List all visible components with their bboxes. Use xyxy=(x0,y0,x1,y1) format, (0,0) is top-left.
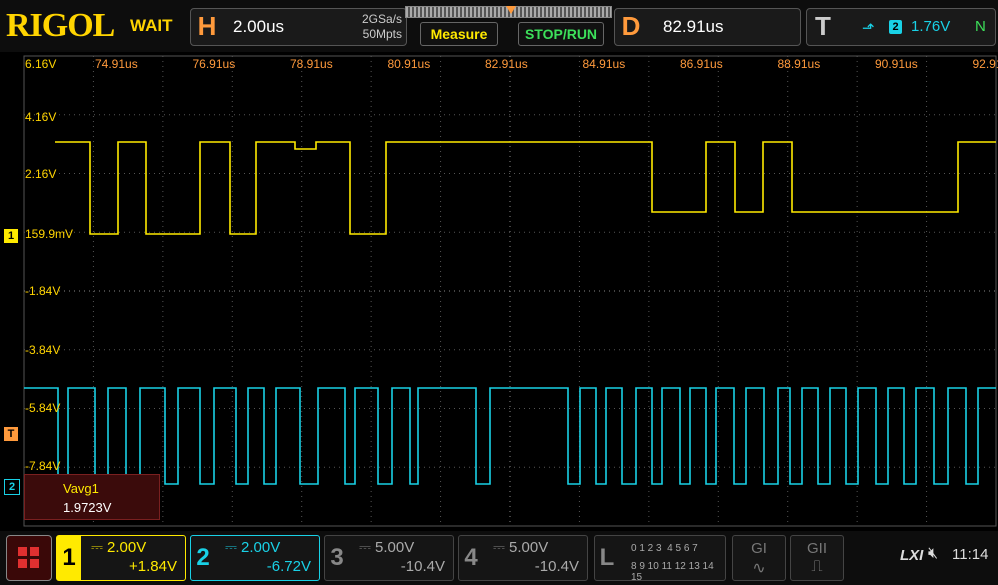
ch3-panel[interactable]: 3 ⎓ 5.00V -10.4V xyxy=(324,535,454,581)
bottom-bar: 1 ⎓ 2.00V +1.84V 2 ⎓ 2.00V -6.72V 3 ⎓ 5.… xyxy=(0,531,998,585)
ch2-offset: -6.72V xyxy=(266,558,311,575)
x-tick-label: 74.91us xyxy=(95,57,138,71)
stop-run-button[interactable]: STOP/RUN xyxy=(518,22,604,46)
logic-channels-row1: 0 1 2 3 4 5 6 7 xyxy=(631,543,698,554)
x-tick-label: 78.91us xyxy=(290,57,333,71)
square-wave-icon: ⎍ xyxy=(811,558,823,575)
ch2-scale: 2.00V xyxy=(241,539,281,556)
generator1-button[interactable]: GI ∿ xyxy=(732,535,786,581)
menu-icon xyxy=(18,547,27,556)
ch4-number: 4 xyxy=(464,544,478,571)
trigger-level: 1.76V xyxy=(911,18,951,35)
sine-wave-icon: ∿ xyxy=(752,560,766,577)
measurement-panel[interactable]: Vavg1 1.9723V xyxy=(24,474,160,520)
trigger-level-marker[interactable]: T xyxy=(4,427,18,441)
ch1-offset: +1.84V xyxy=(129,558,177,575)
memory-depth: 50Mpts xyxy=(362,27,402,41)
x-tick-label: 76.91us xyxy=(192,57,236,71)
rigol-logo: RIGOL xyxy=(6,7,115,44)
measure-button[interactable]: Measure xyxy=(420,22,498,46)
x-tick-label: 84.91us xyxy=(582,57,626,71)
x-tick-label: 86.91us xyxy=(680,57,723,71)
ch1-panel[interactable]: 1 ⎓ 2.00V +1.84V xyxy=(56,535,186,581)
logic-channels-row2: 8 9 10 11 12 13 14 15 xyxy=(631,561,714,583)
measurement-value: 1.9723V xyxy=(63,500,112,515)
trigger-letter: T xyxy=(815,11,831,41)
horizontal-panel[interactable]: H 2.00us 2GSa/s 50Mpts xyxy=(190,8,407,46)
x-tick-label: 82.91us xyxy=(485,57,528,71)
ch2-panel[interactable]: 2 ⎓ 2.00V -6.72V xyxy=(190,535,320,581)
y-tick-label: 4.16V xyxy=(25,110,57,124)
ch4-coupling-icon: ⎓ xyxy=(493,539,505,556)
delay-panel[interactable]: D 82.91us xyxy=(614,8,801,46)
clock-time: 11:14 xyxy=(952,546,989,563)
x-tick-label: 80.91us xyxy=(387,57,431,71)
y-tick-label: -5.84V xyxy=(25,401,61,415)
y-tick-label: 159.9mV xyxy=(25,227,74,241)
lxi-icon: LXI xyxy=(900,547,924,564)
top-bar: RIGOL WAIT H 2.00us 2GSa/s 50Mpts Measur… xyxy=(0,0,998,52)
y-tick-label: -1.84V xyxy=(25,284,61,298)
ch1-coupling-icon: ⎓ xyxy=(91,539,103,556)
ch4-panel[interactable]: 4 ⎓ 5.00V -10.4V xyxy=(458,535,588,581)
ch1-number: 1 xyxy=(57,536,81,580)
trigger-mode: N xyxy=(975,18,986,35)
horizontal-letter: H xyxy=(197,11,217,41)
trigger-position-icon xyxy=(506,6,516,14)
ch1-offset-marker[interactable]: 1 xyxy=(4,229,18,243)
menu-button[interactable] xyxy=(6,535,52,581)
ch4-offset: -10.4V xyxy=(534,558,579,575)
y-tick-label: -7.84V xyxy=(25,459,61,473)
generator1-label: GI xyxy=(751,540,767,557)
logic-letter: L xyxy=(599,544,615,571)
sample-rate: 2GSa/s xyxy=(361,12,402,26)
y-tick-label: -3.84V xyxy=(25,343,61,357)
ch2-coupling-icon: ⎓ xyxy=(225,539,237,556)
x-tick-label: 90.91us xyxy=(875,57,918,71)
trigger-panel[interactable]: T ⬏ 2 1.76V N xyxy=(806,8,996,46)
trigger-edge-icon: ⬏ xyxy=(862,20,875,37)
ch4-scale: 5.00V xyxy=(509,539,549,556)
delay-letter: D xyxy=(621,11,641,41)
ch3-number: 3 xyxy=(330,544,344,571)
logic-panel[interactable]: L 0 1 2 3 4 5 6 7 8 9 10 11 12 13 14 15 xyxy=(594,535,726,583)
delay-value: 82.91us xyxy=(663,17,724,36)
generator2-button[interactable]: GII ⎍ xyxy=(790,535,844,581)
generator2-label: GII xyxy=(806,540,827,557)
ch3-coupling-icon: ⎓ xyxy=(359,539,371,556)
ch2-offset-marker[interactable]: 2 xyxy=(4,479,20,495)
speaker-muted-icon[interactable]: 🔇︎ xyxy=(928,545,938,563)
x-tick-label: 92.91us xyxy=(972,57,998,71)
timebase-value: 2.00us xyxy=(233,17,285,36)
measurement-name: Vavg1 xyxy=(63,481,99,496)
waveform-display[interactable] xyxy=(0,52,998,531)
ch3-scale: 5.00V xyxy=(375,539,415,556)
ch2-number: 2 xyxy=(196,544,210,571)
y-tick-label: 6.16V xyxy=(25,57,57,71)
acquisition-status: WAIT xyxy=(130,16,173,35)
ch3-offset: -10.4V xyxy=(400,558,445,575)
y-tick-label: 2.16V xyxy=(25,167,57,181)
ch1-scale: 2.00V xyxy=(107,539,147,556)
x-tick-label: 88.91us xyxy=(777,57,821,71)
trigger-source: 2 xyxy=(889,20,902,34)
